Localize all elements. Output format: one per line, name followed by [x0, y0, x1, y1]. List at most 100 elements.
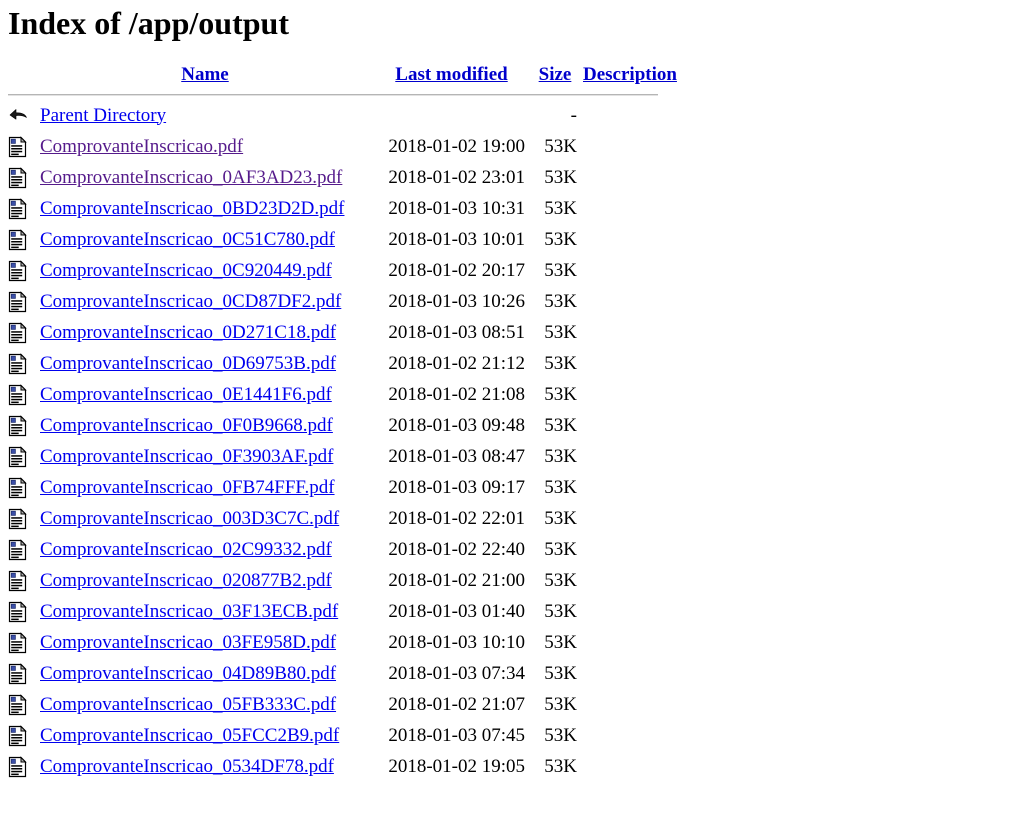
sort-by-name-link[interactable]: Name — [181, 64, 228, 85]
row-description-cell — [577, 286, 683, 317]
file-link[interactable]: ComprovanteInscricao_0AF3AD23.pdf — [40, 167, 342, 188]
row-icon-cell — [0, 441, 40, 472]
row-description-cell — [577, 348, 683, 379]
row-icon-cell — [0, 410, 40, 441]
row-last-modified-cell: 2018-01-02 21:00 — [388, 569, 525, 591]
file-link[interactable]: ComprovanteInscricao_05FB333C.pdf — [40, 694, 336, 715]
table-row: ComprovanteInscricao_0C920449.pdf 2018-01… — [0, 255, 683, 286]
row-name-cell: ComprovanteInscricao_0CD87DF2.pdf — [40, 286, 370, 317]
row-description-cell — [577, 224, 683, 255]
text-document-icon — [8, 384, 28, 406]
row-icon-cell — [0, 162, 40, 193]
row-size-cell: 53K — [544, 321, 577, 343]
file-link[interactable]: ComprovanteInscricao_04D89B80.pdf — [40, 663, 336, 684]
table-row: ComprovanteInscricao_04D89B80.pdf 2018-01… — [0, 658, 683, 689]
row-size-cell: 53K — [544, 631, 577, 653]
row-name-cell: ComprovanteInscricao_05FB333C.pdf — [40, 689, 370, 720]
file-link[interactable]: ComprovanteInscricao_0534DF78.pdf — [40, 756, 334, 777]
row-last-modified-cell: 2018-01-02 20:17 — [388, 259, 525, 281]
file-link[interactable]: ComprovanteInscricao_0FB74FFF.pdf — [40, 477, 335, 498]
file-link[interactable]: ComprovanteInscricao.pdf — [40, 136, 243, 157]
row-name-cell: Parent Directory — [40, 100, 370, 131]
row-last-modified-cell: 2018-01-02 22:01 — [388, 507, 525, 529]
file-link[interactable]: ComprovanteInscricao_020877B2.pdf — [40, 570, 332, 591]
file-link[interactable]: ComprovanteInscricao_003D3C7C.pdf — [40, 508, 339, 529]
header-divider-row — [0, 90, 683, 100]
file-link[interactable]: ComprovanteInscricao_02C99332.pdf — [40, 539, 332, 560]
parent-directory-link[interactable]: Parent Directory — [40, 105, 166, 126]
file-link[interactable]: ComprovanteInscricao_03F13ECB.pdf — [40, 601, 338, 622]
table-row: ComprovanteInscricao_05FCC2B9.pdf 2018-01… — [0, 720, 683, 751]
row-icon-cell — [0, 503, 40, 534]
file-link[interactable]: ComprovanteInscricao_0D271C18.pdf — [40, 322, 336, 343]
row-last-modified-cell: 2018-01-03 10:10 — [388, 631, 525, 653]
table-row: ComprovanteInscricao_0BD23D2D.pdf 2018-01… — [0, 193, 683, 224]
back-arrow-icon — [8, 105, 28, 127]
file-link[interactable]: ComprovanteInscricao_0E1441F6.pdf — [40, 384, 332, 405]
row-icon-cell — [0, 317, 40, 348]
file-link[interactable]: ComprovanteInscricao_03FE958D.pdf — [40, 632, 336, 653]
row-last-modified-cell: 2018-01-03 07:45 — [388, 724, 525, 746]
table-row: ComprovanteInscricao_0E1441F6.pdf 2018-01… — [0, 379, 683, 410]
row-description-cell — [577, 379, 683, 410]
text-document-icon — [8, 601, 28, 623]
row-last-modified-cell: 2018-01-03 10:01 — [388, 228, 525, 250]
row-last-modified-cell: 2018-01-02 21:12 — [388, 352, 525, 374]
row-size-cell: 53K — [544, 352, 577, 374]
file-link[interactable]: ComprovanteInscricao_05FCC2B9.pdf — [40, 725, 339, 746]
row-last-modified-cell: 2018-01-03 08:47 — [388, 445, 525, 467]
row-description-cell — [577, 720, 683, 751]
row-last-modified-cell: 2018-01-03 08:51 — [388, 321, 525, 343]
row-size-cell: 53K — [544, 383, 577, 405]
file-link[interactable]: ComprovanteInscricao_0F3903AF.pdf — [40, 446, 333, 467]
horizontal-rule — [8, 94, 658, 96]
row-name-cell: ComprovanteInscricao_0F0B9668.pdf — [40, 410, 370, 441]
row-last-modified-cell: 2018-01-02 22:40 — [388, 538, 525, 560]
row-name-cell: ComprovanteInscricao_03FE958D.pdf — [40, 627, 370, 658]
row-description-cell — [577, 689, 683, 720]
file-link[interactable]: ComprovanteInscricao_0BD23D2D.pdf — [40, 198, 344, 219]
row-last-modified-cell: 2018-01-03 10:26 — [388, 290, 525, 312]
row-last-modified-cell: 2018-01-03 07:34 — [388, 662, 525, 684]
table-row: ComprovanteInscricao_03F13ECB.pdf 2018-01… — [0, 596, 683, 627]
sort-by-description-link[interactable]: Description — [583, 64, 677, 85]
table-row: ComprovanteInscricao_0FB74FFF.pdf 2018-01… — [0, 472, 683, 503]
text-document-icon — [8, 477, 28, 499]
table-row: ComprovanteInscricao_0F3903AF.pdf 2018-01… — [0, 441, 683, 472]
text-document-icon — [8, 663, 28, 685]
row-description-cell — [577, 534, 683, 565]
row-name-cell: ComprovanteInscricao_05FCC2B9.pdf — [40, 720, 370, 751]
sort-by-size-link[interactable]: Size — [539, 64, 572, 85]
text-document-icon — [8, 322, 28, 344]
file-link[interactable]: ComprovanteInscricao_0D69753B.pdf — [40, 353, 336, 374]
row-size-cell: 53K — [544, 259, 577, 281]
row-size-cell: 53K — [544, 445, 577, 467]
file-link[interactable]: ComprovanteInscricao_0C51C780.pdf — [40, 229, 335, 250]
row-name-cell: ComprovanteInscricao_0D69753B.pdf — [40, 348, 370, 379]
page-title: Index of /app/output — [8, 5, 289, 41]
row-last-modified-cell: 2018-01-03 09:48 — [388, 414, 525, 436]
file-link[interactable]: ComprovanteInscricao_0C920449.pdf — [40, 260, 332, 281]
row-description-cell — [577, 627, 683, 658]
text-document-icon — [8, 353, 28, 375]
text-document-icon — [8, 632, 28, 654]
row-size-cell: 53K — [544, 600, 577, 622]
table-row: ComprovanteInscricao_0AF3AD23.pdf 2018-01… — [0, 162, 683, 193]
row-name-cell: ComprovanteInscricao_0BD23D2D.pdf — [40, 193, 370, 224]
row-name-cell: ComprovanteInscricao_0C920449.pdf — [40, 255, 370, 286]
row-description-cell — [577, 565, 683, 596]
row-description-cell — [577, 100, 683, 131]
text-document-icon — [8, 136, 28, 158]
file-link[interactable]: ComprovanteInscricao_0F0B9668.pdf — [40, 415, 333, 436]
text-document-icon — [8, 694, 28, 716]
row-last-modified-cell: 2018-01-02 21:07 — [388, 693, 525, 715]
file-link[interactable]: ComprovanteInscricao_0CD87DF2.pdf — [40, 291, 341, 312]
row-size-cell: 53K — [544, 228, 577, 250]
row-description-cell — [577, 131, 683, 162]
directory-index-page: Index of /app/output Name Last modified … — [0, 0, 1024, 826]
table-row: ComprovanteInscricao_02C99332.pdf 2018-01… — [0, 534, 683, 565]
sort-by-last-modified-link[interactable]: Last modified — [395, 64, 507, 85]
row-description-cell — [577, 255, 683, 286]
row-name-cell: ComprovanteInscricao_0C51C780.pdf — [40, 224, 370, 255]
table-row: ComprovanteInscricao_020877B2.pdf 2018-01… — [0, 565, 683, 596]
